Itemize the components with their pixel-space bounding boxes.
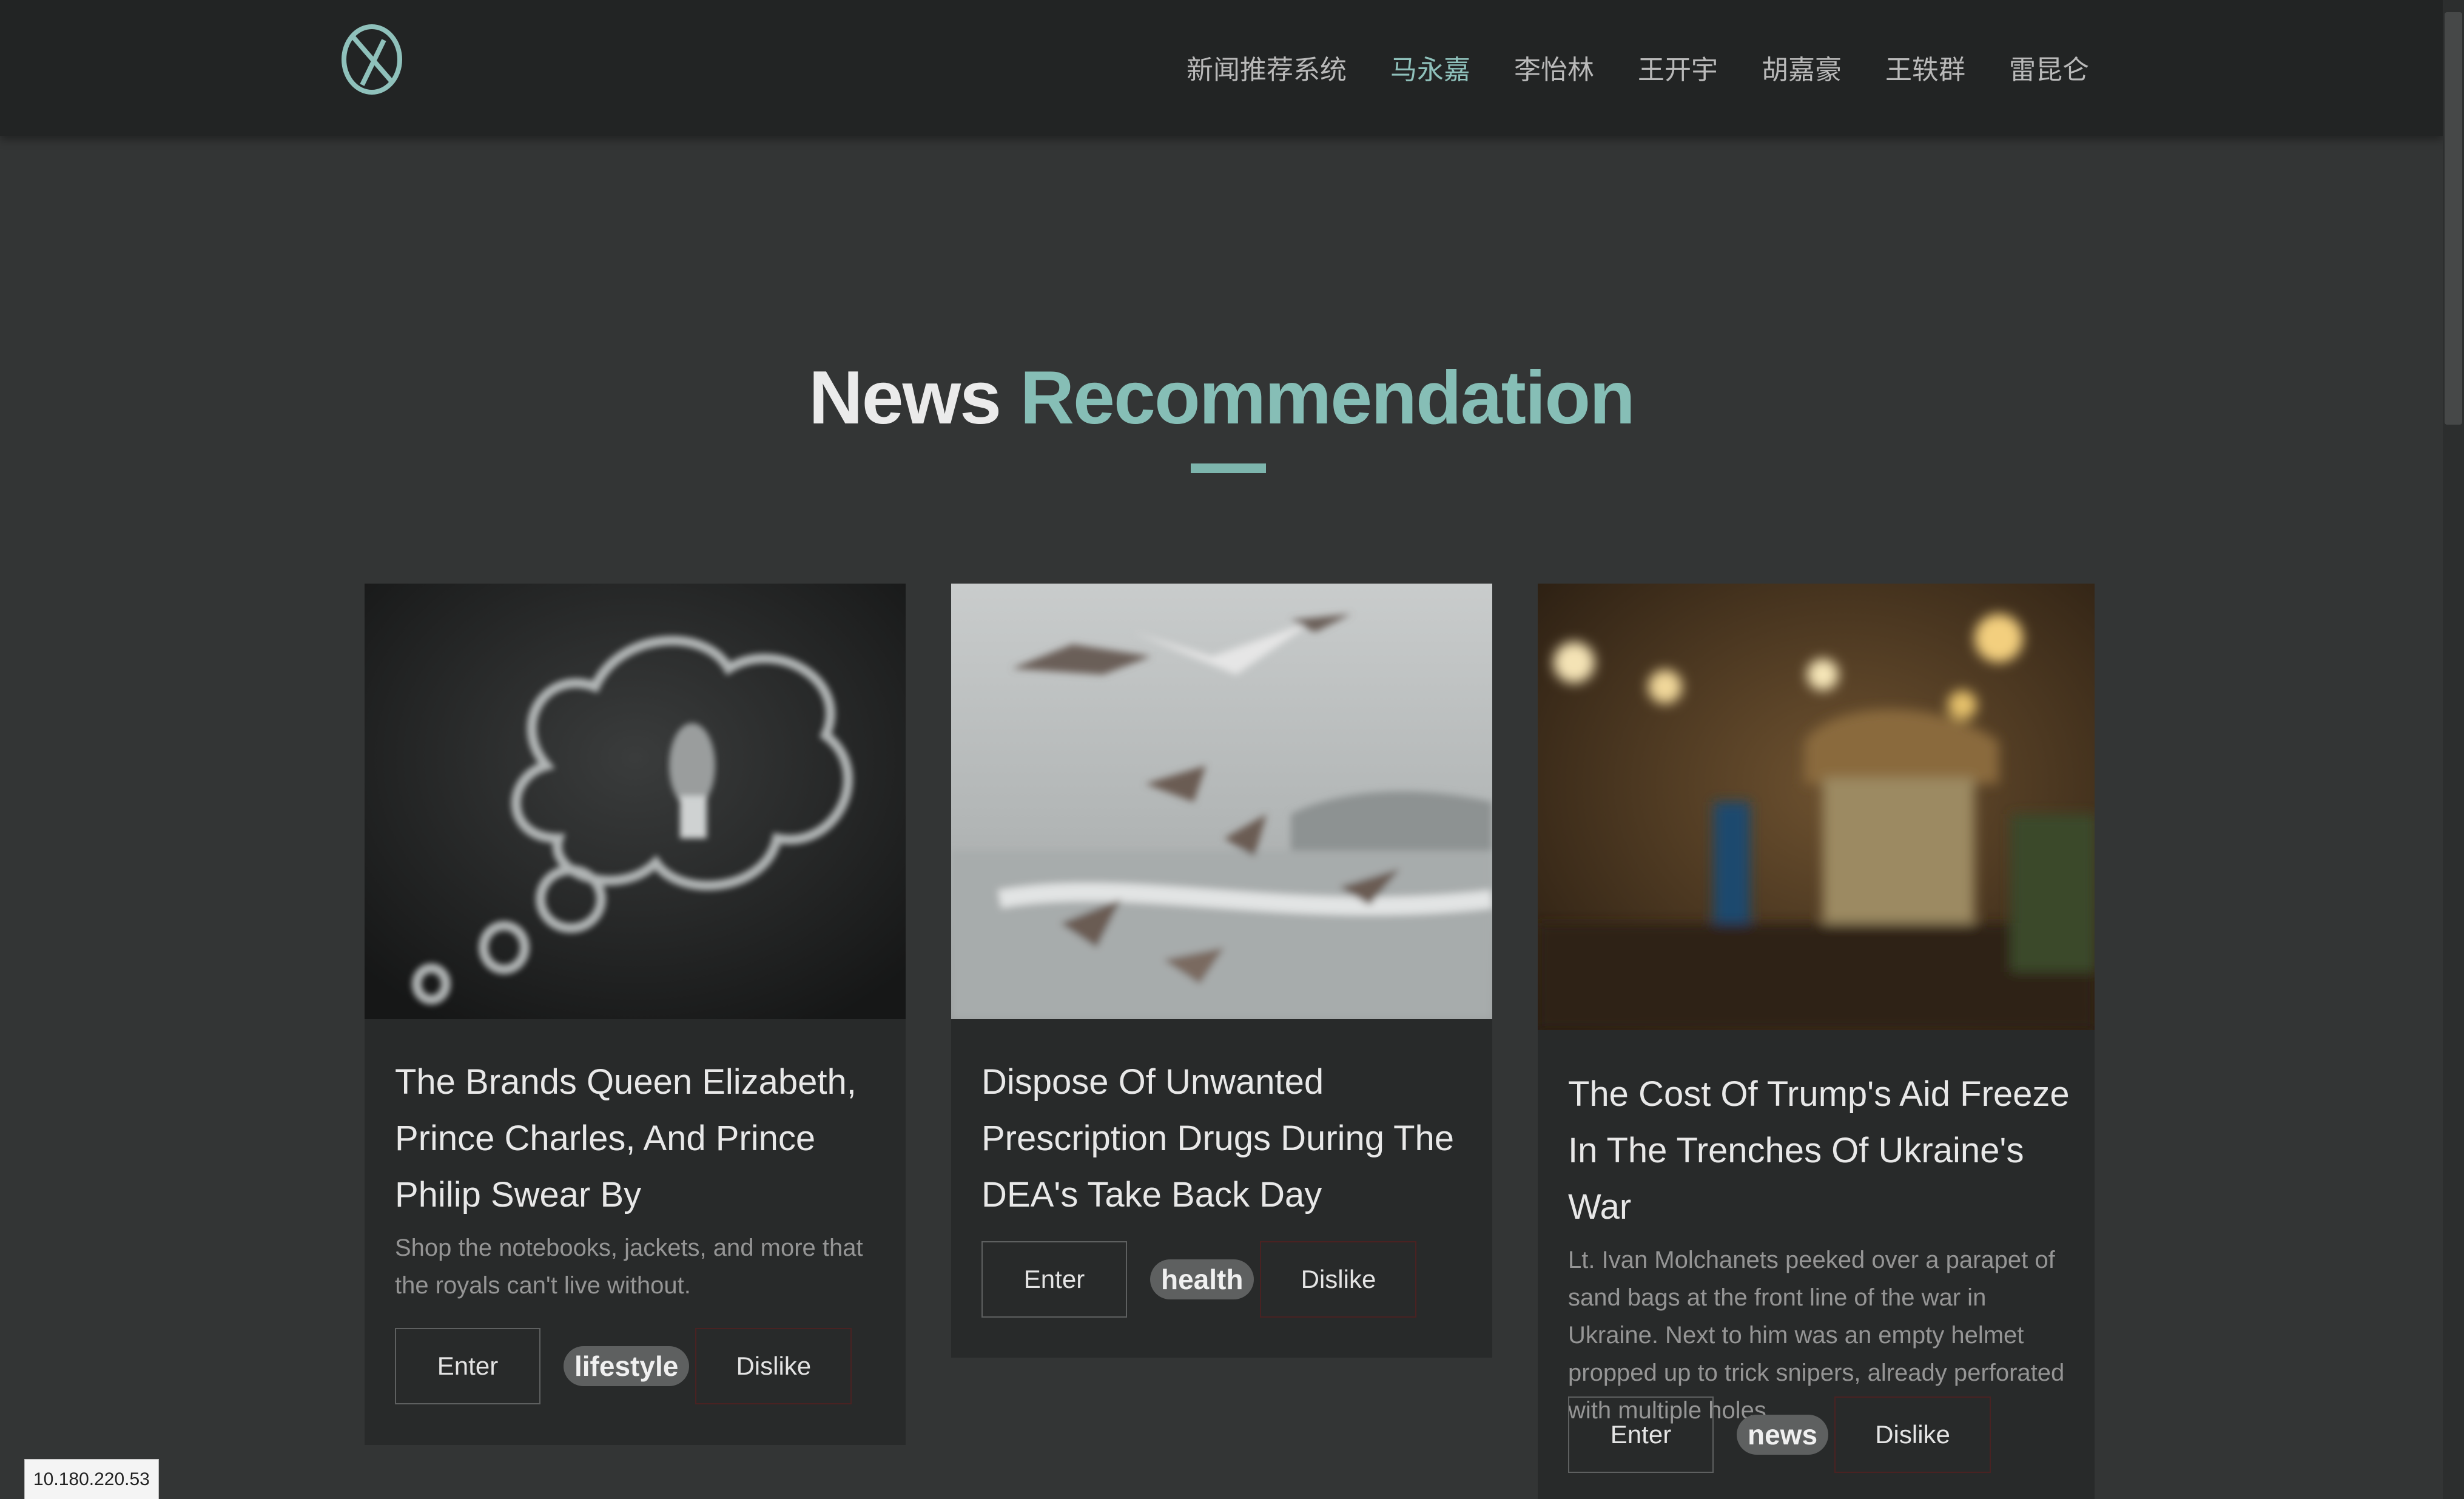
news-description: Shop the notebooks, jackets, and more th… (395, 1235, 863, 1299)
news-image[interactable] (951, 584, 1492, 1019)
card-body: The Brands Queen Elizabeth, Prince Charl… (395, 1054, 881, 1304)
page: 新闻推荐系统 马永嘉 李怡林 王开宇 胡嘉豪 王轶群 雷昆仑 News Reco… (0, 0, 2464, 1499)
card-body: Dispose Of Unwanted Prescription Drugs D… (981, 1054, 1468, 1223)
enter-button[interactable]: Enter (395, 1328, 540, 1404)
card-actions: Enter news Dislike (1568, 1396, 1991, 1473)
news-title[interactable]: Dispose Of Unwanted Prescription Drugs D… (981, 1054, 1468, 1223)
status-ip-badge: 10.180.220.53 (24, 1459, 159, 1499)
news-image[interactable] (365, 584, 906, 1019)
nav-link-user-5[interactable]: 王轶群 (1863, 49, 1987, 92)
title-underline (1191, 463, 1266, 473)
top-navbar: 新闻推荐系统 马永嘉 李怡林 王开宇 胡嘉豪 王轶群 雷昆仑 (0, 0, 2443, 136)
news-title[interactable]: The Cost Of Trump's Aid Freeze In The Tr… (1568, 1066, 2070, 1235)
news-title[interactable]: The Brands Queen Elizabeth, Prince Charl… (395, 1054, 881, 1223)
scrollbar-thumb[interactable] (2445, 12, 2462, 425)
page-title-word-1: News (809, 356, 1001, 440)
nav-links: 新闻推荐系统 马永嘉 李怡林 王开宇 胡嘉豪 王轶群 雷昆仑 (1165, 49, 2111, 92)
card-body: The Cost Of Trump's Aid Freeze In The Tr… (1568, 1066, 2070, 1429)
nav-link-system[interactable]: 新闻推荐系统 (1165, 49, 1368, 92)
dislike-button[interactable]: Dislike (1260, 1241, 1417, 1318)
dislike-button[interactable]: Dislike (1834, 1396, 1991, 1473)
dislike-button[interactable]: Dislike (695, 1328, 852, 1404)
news-card: The Brands Queen Elizabeth, Prince Charl… (365, 584, 906, 1445)
news-card: The Cost Of Trump's Aid Freeze In The Tr… (1538, 584, 2095, 1499)
nav-link-user-6[interactable]: 雷昆仑 (1987, 49, 2111, 92)
nav-link-user-1[interactable]: 马永嘉 (1368, 49, 1492, 92)
category-badge: health (1150, 1259, 1254, 1299)
nav-link-user-3[interactable]: 王开宇 (1616, 49, 1740, 92)
card-actions: Enter health Dislike (981, 1241, 1417, 1318)
page-title-word-2: Recommendation (1020, 356, 1635, 440)
logo-icon[interactable] (340, 22, 403, 97)
news-image[interactable] (1538, 584, 2095, 1030)
category-badge: lifestyle (564, 1346, 690, 1386)
card-actions: Enter lifestyle Dislike (395, 1328, 852, 1404)
news-card: Dispose Of Unwanted Prescription Drugs D… (951, 584, 1492, 1358)
enter-button[interactable]: Enter (1568, 1396, 1714, 1473)
enter-button[interactable]: Enter (981, 1241, 1127, 1318)
nav-link-user-2[interactable]: 李怡林 (1492, 49, 1616, 92)
nav-link-user-4[interactable]: 胡嘉豪 (1740, 49, 1863, 92)
page-title: News Recommendation (0, 355, 2443, 441)
category-badge: news (1737, 1415, 1829, 1455)
